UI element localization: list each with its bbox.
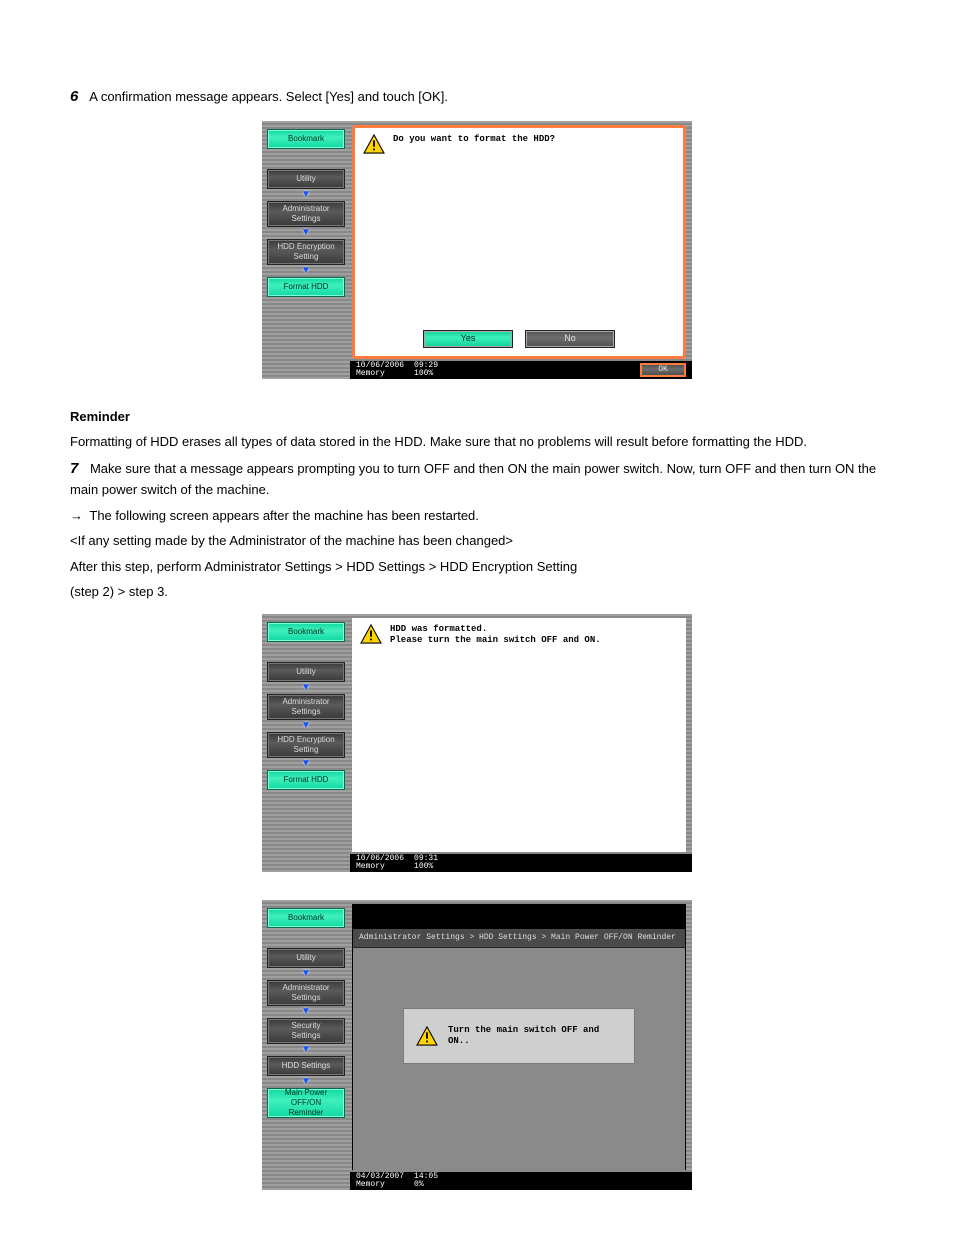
breadcrumb: Administrator Settings > HDD Settings > …	[353, 929, 685, 948]
step7-note2: After this step, perform Administrator S…	[70, 557, 884, 577]
status-mem-label: Memory	[356, 863, 404, 871]
warning-icon	[360, 624, 382, 644]
arrow-down-icon: ▼	[301, 266, 311, 276]
info-panel: HDD was formatted. Please turn the main …	[352, 618, 686, 852]
panel2: Bookmark Utility ▼ Administrator Setting…	[262, 614, 692, 872]
status-bar: 10/06/2006 Memory 09:29 100% OK	[350, 361, 692, 379]
status-mem-label: Memory	[356, 370, 404, 378]
utility-button[interactable]: Utility	[267, 662, 345, 682]
main-power-reminder-button[interactable]: Main Power OFF/ON Reminder	[267, 1088, 345, 1118]
arrow-down-icon: ▼	[301, 683, 311, 693]
panel3: Bookmark Utility ▼ Administrator Setting…	[262, 900, 692, 1190]
bookmark-button[interactable]: Bookmark	[267, 908, 345, 928]
hdd-encryption-button[interactable]: HDD Encryption Setting	[267, 239, 345, 265]
step7-num: 7	[70, 460, 78, 477]
dialog-message: Do you want to format the HDD?	[393, 134, 555, 154]
reminder-label: Reminder	[70, 407, 884, 427]
bookmark-button[interactable]: Bookmark	[267, 622, 345, 642]
status-mem-val: 100%	[414, 370, 438, 378]
utility-button[interactable]: Utility	[267, 169, 345, 189]
arrow-down-icon: ▼	[301, 1045, 311, 1055]
panel3-topbar	[353, 905, 685, 929]
reminder-text: Formatting of HDD erases all types of da…	[70, 432, 884, 452]
arrow-down-icon: ▼	[301, 721, 311, 731]
warning-icon	[363, 134, 385, 154]
panel1: Bookmark Utility ▼ Administrator Setting…	[262, 121, 692, 379]
ok-button[interactable]: OK	[640, 363, 686, 377]
admin-settings-button[interactable]: Administrator Settings	[267, 201, 345, 227]
panel3-screen: Administrator Settings > HDD Settings > …	[352, 904, 686, 1170]
format-hdd-button[interactable]: Format HDD	[267, 770, 345, 790]
info-message: HDD was formatted. Please turn the main …	[390, 624, 601, 646]
status-bar: 04/03/2007 Memory 14:05 0%	[350, 1172, 692, 1190]
confirm-dialog: Do you want to format the HDD? Yes No	[352, 125, 686, 359]
warning-icon	[416, 1026, 438, 1046]
bookmark-button[interactable]: Bookmark	[267, 129, 345, 149]
yes-button[interactable]: Yes	[423, 330, 513, 348]
status-mem-val: 0%	[414, 1181, 438, 1189]
step6-num: 6	[70, 88, 78, 105]
arrow-down-icon: ▼	[301, 1007, 311, 1017]
utility-button[interactable]: Utility	[267, 948, 345, 968]
reminder-message: Turn the main switch OFF and ON..	[448, 1025, 622, 1047]
no-button[interactable]: No	[525, 330, 615, 348]
step6-text: A confirmation message appears. Select […	[89, 89, 448, 104]
admin-settings-button[interactable]: Administrator Settings	[267, 694, 345, 720]
status-mem-label: Memory	[356, 1181, 404, 1189]
panel3-sidebar: Bookmark Utility ▼ Administrator Setting…	[262, 900, 350, 1190]
hdd-encryption-button[interactable]: HDD Encryption Setting	[267, 732, 345, 758]
security-settings-button[interactable]: Security Settings	[267, 1018, 345, 1044]
admin-settings-button[interactable]: Administrator Settings	[267, 980, 345, 1006]
arrow-right-icon: →	[70, 506, 86, 526]
step7-note: <If any setting made by the Administrato…	[70, 531, 884, 551]
format-hdd-button[interactable]: Format HDD	[267, 277, 345, 297]
arrow-down-icon: ▼	[301, 759, 311, 769]
status-mem-val: 100%	[414, 863, 438, 871]
status-bar: 10/06/2006 Memory 09:31 100%	[350, 854, 692, 872]
reminder-box: Turn the main switch OFF and ON..	[403, 1008, 635, 1064]
panel2-sidebar: Bookmark Utility ▼ Administrator Setting…	[262, 614, 350, 872]
hdd-settings-button[interactable]: HDD Settings	[267, 1056, 345, 1076]
step7-note3: (step 2) > step 3.	[70, 582, 884, 602]
arrow-down-icon: ▼	[301, 190, 311, 200]
arrow-down-icon: ▼	[301, 969, 311, 979]
arrow-down-icon: ▼	[301, 228, 311, 238]
arrow-down-icon: ▼	[301, 1077, 311, 1087]
step7-text: Make sure that a message appears prompti…	[70, 461, 876, 498]
step7-arrowline: The following screen appears after the m…	[89, 508, 479, 523]
panel1-sidebar: Bookmark Utility ▼ Administrator Setting…	[262, 121, 350, 379]
